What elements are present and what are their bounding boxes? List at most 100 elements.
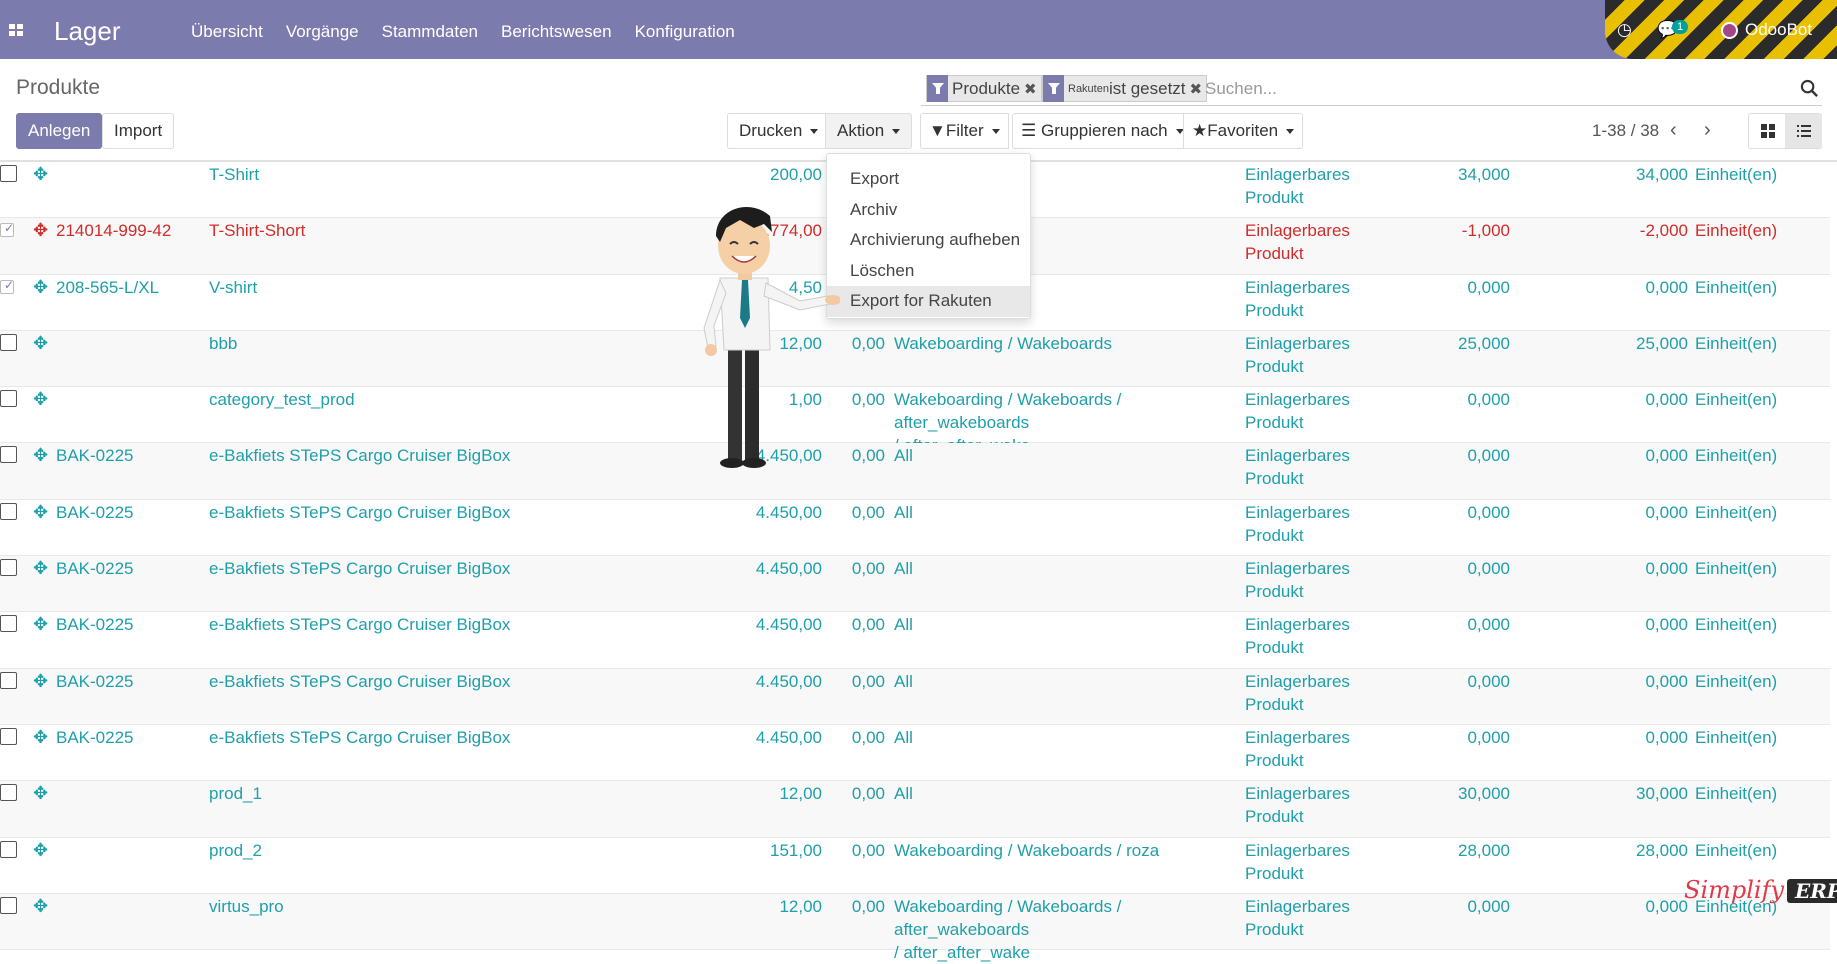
- drag-handle-icon[interactable]: ✥: [33, 389, 48, 410]
- print-dropdown[interactable]: Drucken: [727, 113, 830, 149]
- drag-handle-icon[interactable]: ✥: [33, 164, 48, 185]
- row-checkbox[interactable]: [0, 559, 17, 577]
- type-line: Produkt: [1245, 694, 1304, 714]
- pager-previous-icon[interactable]: ‹: [1670, 119, 1677, 142]
- category-line: All: [894, 446, 913, 466]
- table-row[interactable]: ✥ BAK-0225 e-Bakfiets STePS Cargo Cruiser …: [0, 443, 1830, 500]
- action-dropdown[interactable]: Aktion: [825, 113, 913, 149]
- table-row[interactable]: ✥ bbb 12,00 0,00 25,000 25,000 Einheit(en) Wake…: [0, 330, 1830, 388]
- view-switcher: [1748, 113, 1822, 149]
- cell-qty: 34,000: [1458, 165, 1510, 184]
- cell-name: T-Shirt-Short: [209, 221, 306, 241]
- list-view-button[interactable]: [1785, 114, 1822, 148]
- table-row[interactable]: ✥ virtus_pro 12,00 0,00 0,000 0,000 Einheit(en…: [0, 893, 1830, 962]
- category-line: Wakeboarding / Wakeboards: [894, 333, 1112, 353]
- drag-handle-icon[interactable]: ✥: [33, 333, 48, 354]
- row-checkbox[interactable]: [0, 840, 17, 858]
- drag-handle-icon[interactable]: ✥: [33, 671, 48, 692]
- filter-icon: [927, 75, 948, 102]
- drag-handle-icon[interactable]: ✥: [33, 277, 48, 298]
- table-row[interactable]: ✥ prod_1 12,00 0,00 30,000 30,000 Einheit(en) A…: [0, 781, 1830, 838]
- cell-uom: Einheit(en): [1695, 390, 1778, 410]
- drag-handle-icon[interactable]: ✥: [33, 614, 48, 635]
- row-checkbox[interactable]: [0, 165, 17, 182]
- drag-handle-icon[interactable]: ✥: [33, 840, 48, 861]
- table-row[interactable]: ✥ category_test_prod 1,00 0,00 0,000 0,000 Ein…: [0, 387, 1830, 455]
- row-checkbox[interactable]: [0, 333, 17, 351]
- table-row[interactable]: ✥ BAK-0225 e-Bakfiets STePS Cargo Cruiser …: [0, 725, 1830, 782]
- search-input[interactable]: Suchen...: [1205, 79, 1277, 99]
- group-by-dropdown[interactable]: ☰ Gruppieren nach: [1012, 113, 1193, 149]
- filter-dropdown[interactable]: ▼Filter: [920, 113, 1009, 149]
- table-row[interactable]: ✥ BAK-0225 e-Bakfiets STePS Cargo Cruiser …: [0, 556, 1830, 613]
- create-button[interactable]: Anlegen: [16, 113, 103, 149]
- import-button[interactable]: Import: [102, 113, 175, 149]
- cell-product-type: Einlagerbares Produkt: [1245, 163, 1395, 209]
- cell-uom: Einheit(en): [1695, 840, 1778, 860]
- cell-price: 200,00: [770, 165, 822, 184]
- cell-cost: 0,00: [851, 840, 885, 860]
- row-checkbox[interactable]: [0, 784, 17, 802]
- table-row[interactable]: ✥ BAK-0225 e-Bakfiets STePS Cargo Cruiser …: [0, 500, 1830, 557]
- category-line: Wakeboarding / Wakeboards / roza: [894, 840, 1160, 860]
- avatar[interactable]: [1721, 22, 1738, 39]
- cell-uom: Einheit(en): [1695, 784, 1778, 804]
- row-checkbox[interactable]: [0, 502, 17, 520]
- remove-facet-icon[interactable]: ✖: [1190, 80, 1203, 98]
- cell-name: category_test_prod: [209, 390, 355, 410]
- menu-item-overview[interactable]: Übersicht: [191, 22, 263, 42]
- watermark-logo: SimplifyERP: [1684, 876, 1837, 904]
- kanban-icon: [1761, 124, 1775, 138]
- drag-handle-icon[interactable]: ✥: [33, 445, 48, 466]
- cell-uom: Einheit(en): [1695, 727, 1778, 747]
- favorites-dropdown[interactable]: ★Favoriten: [1183, 113, 1304, 149]
- pager-next-icon[interactable]: ›: [1704, 119, 1711, 142]
- row-checkbox[interactable]: [0, 896, 17, 914]
- pager-value[interactable]: 1-38 / 38: [1592, 121, 1659, 141]
- menu-item-unarchive[interactable]: Archivierung aufheben: [827, 225, 1030, 256]
- drag-handle-icon[interactable]: ✥: [33, 783, 48, 804]
- search-icon[interactable]: [1800, 79, 1819, 98]
- row-checkbox[interactable]: [0, 221, 14, 238]
- menu-item-archive[interactable]: Archiv: [827, 195, 1030, 226]
- cell-category: All: [894, 501, 1239, 524]
- activity-clock-icon[interactable]: ◷: [1617, 20, 1632, 40]
- table-row[interactable]: ✥ prod_2 151,00 0,00 28,000 28,000 Einheit(en)…: [0, 838, 1830, 894]
- menu-item-export-rakuten[interactable]: Export for Rakuten: [827, 286, 1030, 317]
- menu-item-configuration[interactable]: Konfiguration: [635, 22, 735, 42]
- row-checkbox[interactable]: [0, 615, 17, 633]
- table-row[interactable]: ✥ BAK-0225 e-Bakfiets STePS Cargo Cruiser …: [0, 612, 1830, 669]
- menu-item-delete[interactable]: Löschen: [827, 256, 1030, 287]
- cell-qty: -1,000: [1461, 221, 1510, 241]
- menu-item-export[interactable]: Export: [827, 164, 1030, 195]
- drag-handle-icon[interactable]: ✥: [33, 896, 48, 917]
- table-row[interactable]: ✥ BAK-0225 e-Bakfiets STePS Cargo Cruiser …: [0, 668, 1830, 725]
- category-line: All: [894, 559, 913, 579]
- type-line: Einlagerbares: [1245, 727, 1350, 747]
- menu-item-master-data[interactable]: Stammdaten: [382, 22, 478, 42]
- page-title: Produkte: [16, 76, 101, 99]
- drag-handle-icon[interactable]: ✥: [33, 220, 48, 241]
- row-checkbox[interactable]: [0, 727, 17, 745]
- drag-handle-icon[interactable]: ✥: [33, 558, 48, 579]
- row-checkbox[interactable]: [0, 390, 17, 408]
- type-line: Einlagerbares: [1245, 671, 1350, 691]
- menu-item-operations[interactable]: Vorgänge: [286, 22, 359, 42]
- user-menu[interactable]: OdooBot: [1745, 20, 1812, 40]
- type-line: Einlagerbares: [1245, 277, 1350, 297]
- row-checkbox[interactable]: [0, 671, 17, 689]
- chevron-down-icon: [892, 129, 901, 135]
- remove-facet-icon[interactable]: ✖: [1024, 80, 1037, 98]
- cell-product-type: Einlagerbares Produkt: [1245, 839, 1395, 885]
- star-icon: ★: [1192, 121, 1208, 140]
- drag-handle-icon[interactable]: ✥: [33, 502, 48, 523]
- kanban-view-button[interactable]: [1749, 114, 1786, 148]
- menu-item-reporting[interactable]: Berichtswesen: [501, 22, 612, 42]
- chevron-down-icon: [810, 129, 819, 135]
- type-line: Produkt: [1245, 750, 1304, 770]
- drag-handle-icon[interactable]: ✥: [33, 727, 48, 748]
- apps-menu-icon[interactable]: [9, 24, 25, 38]
- row-checkbox[interactable]: [0, 278, 14, 294]
- cell-uom: Einheit(en): [1695, 502, 1778, 522]
- row-checkbox[interactable]: [0, 446, 17, 464]
